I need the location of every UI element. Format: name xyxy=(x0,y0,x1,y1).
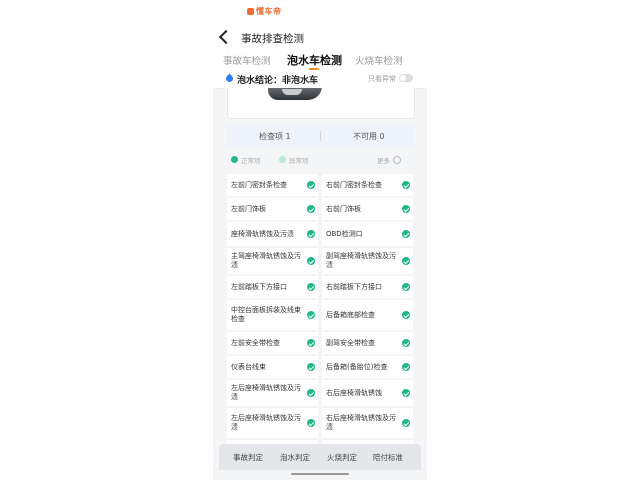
water-drop-icon xyxy=(224,73,235,84)
check-item-label: 副驾座椅滑轨锈蚀及污渍 xyxy=(326,252,396,269)
check-ok-icon xyxy=(307,339,315,347)
bottom-nav-standard[interactable]: 陪付标准 xyxy=(373,452,403,463)
conclusion-bar: 泡水结论：非泡水车 只看异常 xyxy=(213,70,427,89)
check-item-label: 右后座椅滑轨锈蚀及污渍 xyxy=(326,414,396,431)
check-item[interactable]: 右前门密封条检查 xyxy=(322,174,413,196)
check-item[interactable]: 副驾安全带检查 xyxy=(322,332,413,354)
bottom-nav-accident[interactable]: 事故判定 xyxy=(233,452,263,463)
check-item-label: 左前门饰板 xyxy=(231,204,266,213)
bottom-nav-fire[interactable]: 火烧判定 xyxy=(327,452,357,463)
tab-bar: 事故车检测 泡水车检测 火烧车检测 xyxy=(213,52,427,70)
check-ok-icon xyxy=(307,311,315,319)
check-item[interactable]: 左后座椅滑轨锈蚀及污渍 xyxy=(227,380,318,406)
check-item-label: 右后座椅滑轨锈蚀 xyxy=(326,388,382,397)
legend: 正常项 异常项 更多 xyxy=(227,151,413,169)
check-ok-icon xyxy=(307,181,315,189)
vehicle-image xyxy=(268,88,322,100)
bottom-nav: 事故判定 泡水判定 火烧判定 陪付标准 xyxy=(219,444,421,470)
summary-bar: 检查项 1 不可用 0 xyxy=(227,125,413,147)
only-abnormal-toggle[interactable] xyxy=(399,74,413,82)
check-item[interactable]: 左前安全带检查 xyxy=(227,332,318,354)
check-ok-icon xyxy=(402,230,410,238)
check-item[interactable]: 主驾座椅滑轨锈蚀及污渍 xyxy=(227,248,318,274)
check-item-label: 左前踏板下方接口 xyxy=(231,282,287,291)
navbar: 事故排查检测 xyxy=(213,24,427,52)
legend-warn: 异常项 xyxy=(289,157,309,165)
warn-dot-icon xyxy=(279,156,286,163)
check-item-label: OBD检测口 xyxy=(326,229,363,238)
app-logo-icon xyxy=(247,8,254,15)
check-ok-icon xyxy=(402,311,410,319)
check-item-label: 右前门密封条检查 xyxy=(326,180,382,189)
home-indicator xyxy=(291,473,349,475)
check-item-label: 中控台面板拆装及线束检查 xyxy=(231,306,301,323)
check-item[interactable]: 仪表台线束 xyxy=(227,356,318,378)
check-item[interactable]: 右后座椅滑轨锈蚀 xyxy=(322,380,413,406)
check-ok-icon xyxy=(402,283,410,291)
check-item[interactable]: 座椅滑轨锈蚀及污渍 xyxy=(227,222,318,246)
check-item[interactable]: 副驾座椅滑轨锈蚀及污渍 xyxy=(322,248,413,274)
check-ok-icon xyxy=(307,419,315,427)
back-arrow-icon[interactable] xyxy=(218,29,234,45)
check-ok-icon xyxy=(402,339,410,347)
check-item-label: 后备箱(备胎位)检查 xyxy=(326,362,388,371)
abnormal-count: 不可用 0 xyxy=(353,132,385,141)
check-ok-icon xyxy=(402,389,410,397)
info-icon[interactable] xyxy=(393,156,401,164)
check-item[interactable]: 后备箱底部检查 xyxy=(322,300,413,330)
checked-count: 检查项 1 xyxy=(259,132,291,141)
vehicle-image-card xyxy=(227,88,415,119)
app-badge-text: 懂车帝 xyxy=(256,7,282,16)
page-title: 事故排查检测 xyxy=(241,33,304,45)
check-item-label: 左前门密封条检查 xyxy=(231,180,287,189)
check-ok-icon xyxy=(307,230,315,238)
check-ok-icon xyxy=(402,363,410,371)
check-item[interactable]: 右前门饰板 xyxy=(322,198,413,220)
check-item-label: 后备箱底部检查 xyxy=(326,310,375,319)
check-item[interactable]: OBD检测口 xyxy=(322,222,413,246)
tab-flood[interactable]: 泡水车检测 xyxy=(287,52,342,68)
check-item-label: 右前踏板下方接口 xyxy=(326,282,382,291)
check-ok-icon xyxy=(307,205,315,213)
phone-screen: 懂车帝 事故排查检测 事故车检测 泡水车检测 火烧车检测 泡水结论：非泡水车 只… xyxy=(213,0,427,480)
check-item-label: 左后座椅滑轨锈蚀及污渍 xyxy=(231,414,301,431)
check-ok-icon xyxy=(402,181,410,189)
check-item[interactable]: 左前门密封条检查 xyxy=(227,174,318,196)
check-ok-icon xyxy=(307,257,315,265)
check-item-label: 主驾座椅滑轨锈蚀及污渍 xyxy=(231,252,301,269)
app-badge: 懂车帝 xyxy=(247,6,282,17)
bottom-nav-flood[interactable]: 泡水判定 xyxy=(280,452,310,463)
check-item[interactable]: 中控台面板拆装及线束检查 xyxy=(227,300,318,330)
check-item[interactable]: 右前踏板下方接口 xyxy=(322,276,413,298)
check-item-label: 座椅滑轨锈蚀及污渍 xyxy=(231,229,294,238)
legend-more[interactable]: 更多 xyxy=(377,155,390,165)
only-abnormal-label: 只看异常 xyxy=(368,75,396,83)
flood-conclusion: 泡水结论：非泡水车 xyxy=(237,76,319,86)
check-item-label: 左前安全带检查 xyxy=(231,338,280,347)
check-item-label: 右前门饰板 xyxy=(326,204,361,213)
check-ok-icon xyxy=(402,257,410,265)
tab-accident[interactable]: 事故车检测 xyxy=(223,53,271,67)
check-item-label: 仪表台线束 xyxy=(231,362,266,371)
check-item-label: 副驾安全带检查 xyxy=(326,338,375,347)
check-ok-icon xyxy=(402,419,410,427)
check-ok-icon xyxy=(307,363,315,371)
ok-dot-icon xyxy=(231,156,238,163)
check-item[interactable]: 左前踏板下方接口 xyxy=(227,276,318,298)
legend-ok: 正常项 xyxy=(241,157,261,165)
check-item[interactable]: 右后座椅滑轨锈蚀及污渍 xyxy=(322,408,413,438)
tab-fire[interactable]: 火烧车检测 xyxy=(355,53,403,67)
check-ok-icon xyxy=(402,205,410,213)
check-item[interactable]: 左后座椅滑轨锈蚀及污渍 xyxy=(227,408,318,438)
status-bar: 懂车帝 xyxy=(213,0,427,24)
check-ok-icon xyxy=(307,283,315,291)
content-scroll[interactable]: 检查项 1 不可用 0 正常项 异常项 更多 左前门密封条检查 右前门密封条检查左… xyxy=(221,88,419,444)
check-item-label: 左后座椅滑轨锈蚀及污渍 xyxy=(231,384,301,401)
check-item[interactable]: 左前门饰板 xyxy=(227,198,318,220)
summary-divider xyxy=(320,131,321,141)
check-item[interactable]: 后备箱(备胎位)检查 xyxy=(322,356,413,378)
check-ok-icon xyxy=(307,389,315,397)
